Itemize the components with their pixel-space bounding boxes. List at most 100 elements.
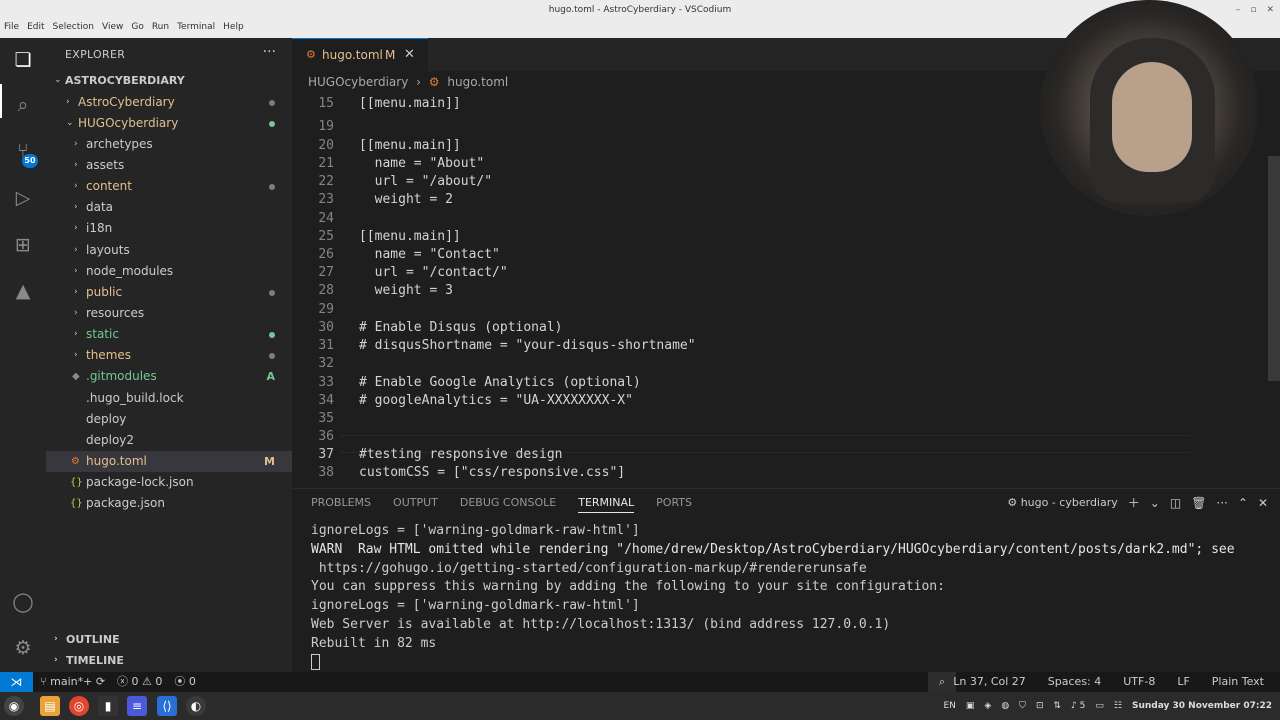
settings-gear-icon[interactable]: ⚙ (11, 636, 35, 660)
tree-item-archetypes[interactable]: › archetypes (46, 134, 292, 155)
text-editor-icon[interactable]: ≡ (127, 696, 147, 716)
tree-item-label: deploy (86, 412, 127, 426)
tree-item-node-modules[interactable]: › node_modules (46, 261, 292, 282)
tree-item-hugo-build-lock[interactable]: .hugo_build.lock (46, 388, 292, 409)
menu-run[interactable]: Run (152, 22, 169, 32)
file-manager-icon[interactable]: ▤ (40, 696, 60, 716)
editor-scrollbar[interactable] (1268, 156, 1280, 381)
tray-app-icon-2[interactable]: ◍ (1001, 692, 1009, 720)
lock-icon[interactable]: ⊡ (1036, 692, 1044, 720)
tab-terminal[interactable]: TERMINAL (578, 496, 635, 513)
menu-edit[interactable]: Edit (27, 22, 44, 32)
tab-output[interactable]: OUTPUT (393, 496, 438, 513)
tree-item-themes[interactable]: › themes (46, 345, 292, 366)
tree-item-static[interactable]: › static (46, 324, 292, 345)
tab-problems[interactable]: PROBLEMS (311, 496, 371, 513)
new-terminal-icon[interactable]: ＋ (1128, 494, 1140, 511)
remote-indicator-icon[interactable]: ⋊ (0, 672, 33, 692)
close-window-icon[interactable]: ✕ (1266, 5, 1274, 15)
search-icon[interactable]: ⌕ (11, 93, 35, 117)
menu-help[interactable]: Help (223, 22, 244, 32)
minimize-icon[interactable]: – (1236, 5, 1241, 15)
explorer-icon[interactable]: ❏ (11, 48, 35, 72)
tree-item-public[interactable]: › public (46, 282, 292, 303)
network-icon[interactable]: ⇅ (1053, 692, 1061, 720)
tree-item-content[interactable]: › content (46, 176, 292, 197)
browser-icon[interactable]: ◎ (69, 696, 89, 716)
notification-icon[interactable]: ☷ (1114, 692, 1122, 720)
chevron-right-icon: › (74, 308, 78, 318)
chevron-right-icon: › (54, 655, 58, 665)
toml-file-icon: ⚙ (306, 48, 316, 61)
timeline-section[interactable]: › TIMELINE (46, 650, 292, 671)
menu-view[interactable]: View (102, 22, 123, 32)
end-of-line[interactable]: LF (1177, 672, 1189, 692)
volume-icon[interactable]: ♪ 5 (1071, 692, 1085, 720)
language-mode[interactable]: Plain Text (1212, 672, 1264, 692)
tree-item-label: static (86, 327, 119, 341)
terminal-output[interactable]: ignoreLogs = ['warning-goldmark-raw-html… (311, 522, 1235, 672)
terminal-name[interactable]: ⚙ hugo - cyberdiary (1007, 496, 1117, 509)
cursor-position[interactable]: Ln 37, Col 27 (953, 672, 1026, 692)
tab-ports[interactable]: PORTS (656, 496, 692, 513)
screenshot-icon[interactable]: ▣ (966, 692, 975, 720)
terminal-app-icon[interactable]: ▮ (98, 696, 118, 716)
breadcrumb-file[interactable]: hugo.toml (447, 75, 508, 89)
screen-icon[interactable]: ▭ (1095, 692, 1104, 720)
tree-item-gitmodules[interactable]: ◆ .gitmodules A (46, 366, 292, 387)
tab-debug-console[interactable]: DEBUG CONSOLE (460, 496, 556, 513)
tree-item-astrocyberdiary[interactable]: › AstroCyberdiary (46, 92, 292, 113)
breadcrumb-folder[interactable]: HUGOcyberdiary (308, 75, 408, 89)
tree-item-layouts[interactable]: › layouts (46, 240, 292, 261)
tree-item-deploy2[interactable]: deploy2 (46, 430, 292, 451)
close-tab-icon[interactable]: ✕ (404, 39, 415, 71)
close-panel-icon[interactable]: ✕ (1258, 496, 1268, 510)
chevron-down-icon[interactable]: ⌄ (1150, 496, 1160, 510)
outline-section[interactable]: › OUTLINE (46, 629, 292, 650)
extensions-icon[interactable]: ⊞ (11, 233, 35, 257)
tree-item-hugocyberdiary[interactable]: ⌄ HUGOcyberdiary (46, 113, 292, 134)
tray-app-icon[interactable]: ◈ (984, 692, 991, 720)
menu-terminal[interactable]: Terminal (177, 22, 215, 32)
menu-file[interactable]: File (4, 22, 19, 32)
tree-item-package-lock[interactable]: {} package-lock.json (46, 472, 292, 493)
account-icon[interactable]: ◯ (11, 590, 35, 614)
workspace-root[interactable]: ⌄ ASTROCYBERDIARY (46, 70, 292, 91)
menu-go[interactable]: Go (131, 22, 143, 32)
maximize-icon[interactable]: ▫ (1250, 5, 1256, 15)
tree-item-i18n[interactable]: › i18n (46, 218, 292, 239)
github-icon[interactable]: ◐ (186, 696, 206, 716)
tree-item-data[interactable]: › data (46, 197, 292, 218)
tree-item-package-json[interactable]: {} package.json (46, 493, 292, 514)
encoding[interactable]: UTF-8 (1123, 672, 1155, 692)
ports-indicator[interactable]: ⦿ 0 (174, 672, 196, 692)
clock[interactable]: Sunday 30 November 07:22 (1132, 692, 1272, 720)
zoom-icon[interactable]: ⌕ (928, 672, 956, 692)
tree-item-hugo-toml[interactable]: ⚙ hugo.toml M (46, 451, 292, 472)
timeline-label: TIMELINE (66, 654, 124, 667)
chevron-right-icon: › (416, 75, 421, 89)
branch-label: main*+ (50, 675, 93, 688)
shield-icon[interactable]: ⛉ (1019, 692, 1026, 720)
trash-icon[interactable]: 🗑 (1191, 496, 1206, 510)
problems-indicator[interactable]: ⓧ 0 ⚠ 0 (117, 672, 162, 692)
more-actions-icon[interactable]: ··· (263, 44, 276, 60)
tree-item-assets[interactable]: › assets (46, 155, 292, 176)
branch-indicator[interactable]: ⑂ main*+ ⟳ (40, 672, 105, 692)
code-line: 33 # Enable Google Analytics (optional) (318, 375, 641, 390)
maximize-panel-icon[interactable]: ⌃ (1238, 496, 1248, 510)
tree-item-deploy[interactable]: deploy (46, 409, 292, 430)
astro-icon[interactable]: ▲ (11, 279, 35, 303)
indentation[interactable]: Spaces: 4 (1048, 672, 1101, 692)
split-terminal-icon[interactable]: ◫ (1170, 496, 1181, 510)
keyboard-layout[interactable]: EN (943, 692, 955, 720)
run-debug-icon[interactable]: ▷ (11, 186, 35, 210)
app-menu-icon[interactable]: ◉ (4, 696, 24, 716)
menu-selection[interactable]: Selection (53, 22, 94, 32)
tree-item-resources[interactable]: › resources (46, 303, 292, 324)
tree-item-label: package.json (86, 496, 166, 510)
more-actions-icon[interactable]: ··· (1216, 496, 1227, 510)
vscodium-icon[interactable]: ⟨⟩ (157, 696, 177, 716)
tab-hugo-toml[interactable]: ⚙ hugo.toml M ✕ (292, 38, 428, 71)
tab-modified-indicator: M (385, 48, 396, 62)
